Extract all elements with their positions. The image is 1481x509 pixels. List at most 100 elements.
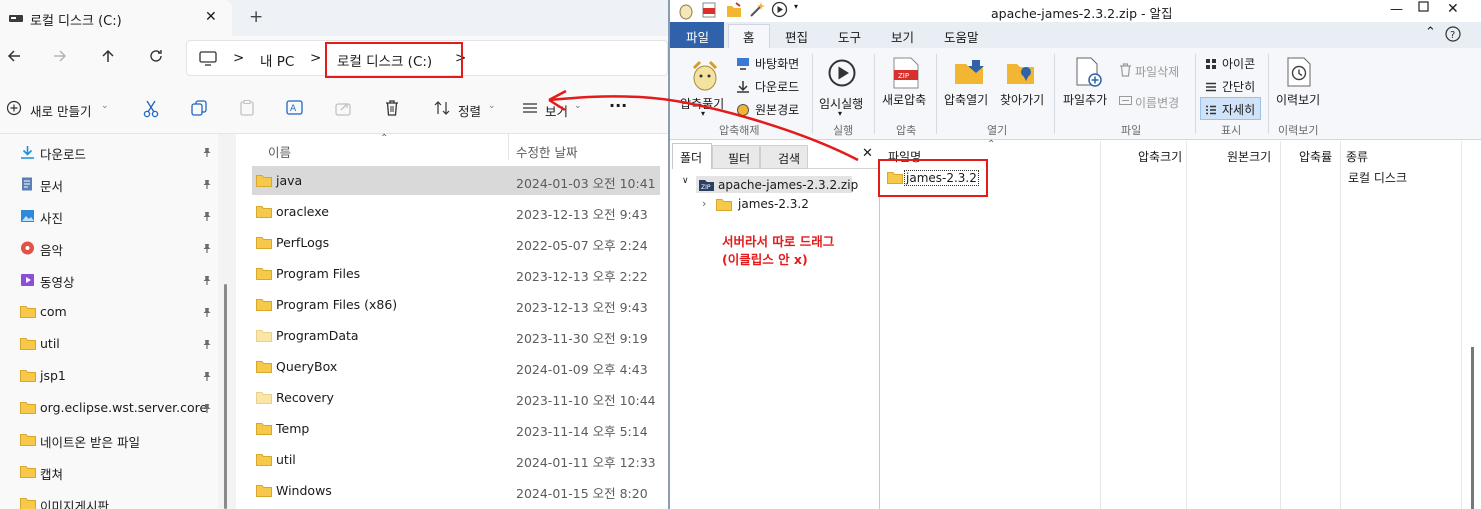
view-simple-button[interactable]: 간단히 bbox=[1222, 78, 1255, 95]
paste-icon[interactable] bbox=[239, 100, 255, 116]
column-header-packed-size[interactable]: 압축크기 bbox=[1138, 148, 1182, 165]
new-zip-button[interactable]: 새로압축 bbox=[882, 91, 926, 108]
pin-icon[interactable] bbox=[202, 339, 212, 349]
view-lines-icon[interactable] bbox=[522, 101, 538, 115]
collapse-ribbon-icon[interactable]: ⌃ bbox=[1425, 25, 1436, 40]
explorer-tab[interactable]: 로컬 디스크 (C:) ✕ bbox=[0, 0, 232, 36]
nav-item[interactable]: com bbox=[0, 296, 218, 328]
tab-search[interactable]: 검색 bbox=[778, 150, 800, 167]
file-row[interactable]: Temp 2023-11-14 오후 5:14 bbox=[252, 414, 660, 443]
open-zip-button[interactable]: 압축열기 bbox=[944, 91, 988, 108]
delete-file-button[interactable]: 파일삭제 bbox=[1135, 63, 1179, 80]
extract-to-desktop-button[interactable]: 바탕화면 bbox=[755, 55, 799, 72]
quick-access-dropdown-icon[interactable]: ▾ bbox=[794, 2, 798, 11]
pin-icon[interactable] bbox=[202, 211, 212, 221]
refresh-icon[interactable] bbox=[148, 48, 164, 64]
play-circle-icon[interactable] bbox=[771, 1, 788, 18]
nav-item[interactable]: util bbox=[0, 328, 218, 360]
menu-tab-file[interactable]: 파일 bbox=[686, 27, 709, 46]
menu-tab-view[interactable]: 보기 bbox=[891, 27, 914, 46]
pin-icon[interactable] bbox=[202, 403, 212, 413]
pin-icon[interactable] bbox=[202, 275, 212, 285]
trash-icon[interactable] bbox=[384, 99, 400, 116]
nav-item[interactable]: 네이트온 받은 파일 bbox=[0, 424, 218, 456]
close-pane-icon[interactable]: ✕ bbox=[862, 146, 873, 161]
find-location-icon[interactable] bbox=[1006, 58, 1036, 86]
nav-item[interactable]: jsp1 bbox=[0, 360, 218, 392]
file-row[interactable]: QueryBox 2024-01-09 오후 4:43 bbox=[252, 352, 660, 381]
rename-file-button[interactable]: 이름변경 bbox=[1135, 94, 1179, 111]
nav-item[interactable]: 캡쳐 bbox=[0, 456, 218, 488]
column-header-name[interactable]: 이름 bbox=[268, 142, 291, 161]
file-row[interactable]: Program Files (x86) 2023-12-13 오전 9:43 bbox=[252, 290, 660, 319]
help-icon[interactable]: ? bbox=[1445, 26, 1461, 42]
column-header-original-size[interactable]: 원본크기 bbox=[1227, 148, 1271, 165]
menu-tab-edit[interactable]: 편집 bbox=[785, 27, 808, 46]
history-button[interactable]: 이력보기 bbox=[1276, 91, 1320, 108]
pin-icon[interactable] bbox=[202, 371, 212, 381]
pin-icon[interactable] bbox=[202, 307, 212, 317]
pin-icon[interactable] bbox=[202, 147, 212, 157]
find-location-button[interactable]: 찾아가기 bbox=[1000, 91, 1044, 108]
extract-to-downloads-button[interactable]: 다운로드 bbox=[755, 78, 799, 95]
column-header-type[interactable]: 종류 bbox=[1346, 148, 1368, 165]
file-row[interactable]: PerfLogs 2022-05-07 오후 2:24 bbox=[252, 228, 660, 257]
pin-icon[interactable] bbox=[202, 243, 212, 253]
forward-arrow-icon[interactable] bbox=[52, 48, 68, 64]
nav-item[interactable]: 음악 bbox=[0, 232, 218, 264]
file-row[interactable]: ProgramData 2023-11-30 오전 9:19 bbox=[252, 321, 660, 350]
window-close-icon[interactable]: ✕ bbox=[1447, 1, 1459, 17]
nav-item[interactable]: 다운로드 bbox=[0, 136, 218, 168]
cut-icon[interactable] bbox=[143, 100, 159, 118]
more-button[interactable]: ··· bbox=[609, 96, 627, 115]
nav-item[interactable]: org.eclipse.wst.server.core bbox=[0, 392, 218, 424]
view-icons-button[interactable]: 아이콘 bbox=[1222, 55, 1255, 72]
nav-item[interactable]: 이미지게시판 bbox=[0, 488, 218, 509]
temp-run-icon[interactable] bbox=[827, 58, 857, 88]
menu-tab-tools[interactable]: 도구 bbox=[838, 27, 861, 46]
extract-icon[interactable] bbox=[688, 56, 722, 92]
menu-tab-help[interactable]: 도움말 bbox=[944, 27, 979, 46]
view-detail-button[interactable]: 자세히 bbox=[1222, 101, 1255, 118]
tree-root-label[interactable]: apache-james-2.3.2.zip bbox=[718, 178, 858, 192]
view-button[interactable]: 보기 bbox=[545, 101, 568, 120]
zip-file-icon[interactable] bbox=[702, 2, 716, 18]
breadcrumb-pc[interactable]: 내 PC bbox=[260, 50, 294, 70]
new-zip-icon[interactable]: ZIP bbox=[892, 57, 920, 89]
nav-item[interactable]: 사진 bbox=[0, 200, 218, 232]
open-folder-icon[interactable] bbox=[726, 2, 742, 18]
expand-chevron-icon[interactable]: ∨ bbox=[682, 176, 689, 186]
add-file-icon[interactable] bbox=[1074, 57, 1102, 87]
file-row[interactable]: oraclexe 2023-12-13 오전 9:43 bbox=[252, 197, 660, 226]
share-icon[interactable] bbox=[335, 100, 351, 116]
file-row[interactable]: java 2024-01-03 오전 10:41 bbox=[252, 166, 660, 195]
file-row[interactable]: util 2024-01-11 오후 12:33 bbox=[252, 445, 660, 474]
extract-dropdown-icon[interactable]: ▾ bbox=[701, 109, 705, 118]
new-tab-button[interactable]: + bbox=[249, 7, 263, 27]
sort-button[interactable]: 정렬 bbox=[458, 101, 481, 120]
nav-item[interactable]: 문서 bbox=[0, 168, 218, 200]
file-row[interactable]: Program Files 2023-12-13 오후 2:22 bbox=[252, 259, 660, 288]
history-icon[interactable] bbox=[1286, 57, 1314, 87]
new-button[interactable]: 새로 만들기 bbox=[30, 101, 91, 120]
pin-icon[interactable] bbox=[202, 179, 212, 189]
rename-icon[interactable]: A bbox=[286, 99, 304, 117]
menu-tab-home[interactable]: 홈 bbox=[743, 27, 755, 46]
tab-folder[interactable]: 폴더 bbox=[680, 149, 702, 166]
wizard-icon[interactable] bbox=[749, 1, 766, 18]
copy-icon[interactable] bbox=[191, 100, 207, 116]
sort-icon[interactable] bbox=[434, 100, 450, 116]
right-scrollbar[interactable] bbox=[1471, 347, 1474, 509]
file-row[interactable]: Windows 2024-01-15 오전 8:20 bbox=[252, 476, 660, 505]
nav-item[interactable]: 동영상 bbox=[0, 264, 218, 296]
tree-child-label[interactable]: james-2.3.2 bbox=[738, 197, 809, 211]
column-header-modified[interactable]: 수정한 날짜 bbox=[516, 142, 577, 161]
extract-to-original-button[interactable]: 원본경로 bbox=[755, 101, 799, 118]
file-row[interactable]: Recovery 2023-11-10 오전 10:44 bbox=[252, 383, 660, 412]
collapsed-chevron-icon[interactable]: › bbox=[702, 197, 706, 210]
temp-run-dropdown-icon[interactable]: ▾ bbox=[838, 109, 842, 118]
minimize-icon[interactable]: — bbox=[1390, 2, 1403, 17]
new-plus-icon[interactable] bbox=[6, 100, 22, 116]
close-tab-icon[interactable]: ✕ bbox=[205, 9, 217, 25]
open-zip-icon[interactable] bbox=[954, 58, 986, 86]
